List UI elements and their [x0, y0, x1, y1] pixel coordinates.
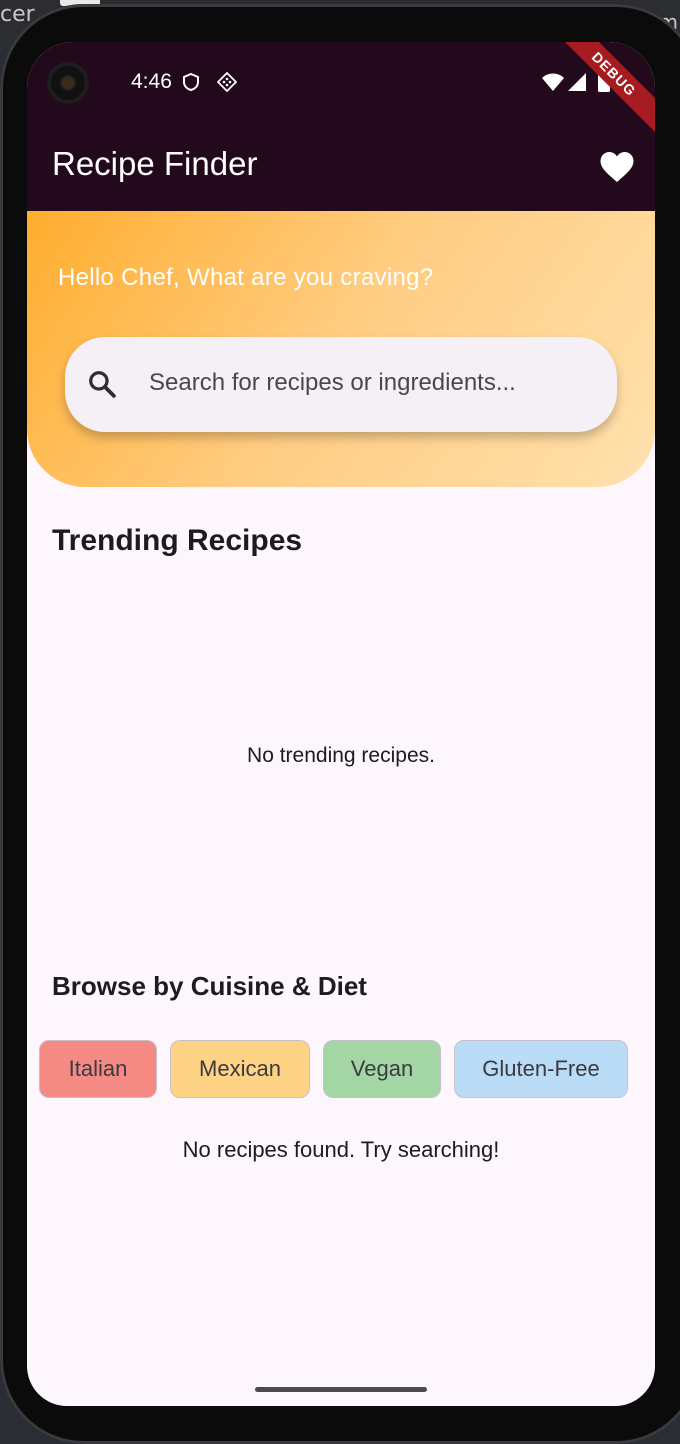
heart-icon[interactable]: [599, 150, 635, 184]
chip-mexican[interactable]: Mexican: [170, 1040, 310, 1098]
status-time: 4:46: [131, 70, 172, 93]
home-indicator[interactable]: [255, 1387, 427, 1392]
app-screen: 4:46 DEBUG Recipe Finder Hello Chef, Wha…: [27, 42, 655, 1406]
greeting-text: Hello Chef, What are you craving?: [58, 264, 434, 291]
chip-gluten-free[interactable]: Gluten-Free: [454, 1040, 628, 1098]
search-bar[interactable]: [65, 337, 617, 432]
chip-vegan[interactable]: Vegan: [323, 1040, 441, 1098]
debug-banner-label: DEBUG: [563, 42, 655, 134]
search-icon[interactable]: [87, 369, 117, 399]
chip-italian[interactable]: Italian: [39, 1040, 157, 1098]
page-title: Recipe Finder: [52, 145, 258, 182]
trending-empty-message: No trending recipes.: [247, 744, 435, 767]
results-empty-message: No recipes found. Try searching!: [182, 1137, 500, 1162]
hero-banner: Hello Chef, What are you craving?: [27, 211, 655, 487]
browse-title: Browse by Cuisine & Diet: [52, 971, 367, 1001]
phone-frame: 4:46 DEBUG Recipe Finder Hello Chef, Wha…: [0, 4, 680, 1444]
app-bar: 4:46 DEBUG Recipe Finder: [27, 42, 655, 211]
wifi-icon: [542, 73, 564, 91]
front-camera: [47, 62, 89, 104]
search-input[interactable]: [149, 363, 599, 403]
debug-banner: DEBUG: [563, 42, 655, 134]
trending-title: Trending Recipes: [52, 524, 303, 557]
shield-icon: [183, 72, 199, 92]
diamond-grid-icon: [217, 72, 237, 92]
